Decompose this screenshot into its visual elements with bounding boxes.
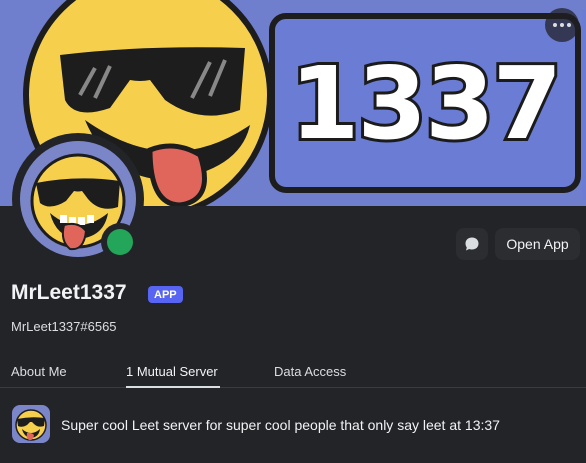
message-button[interactable] — [456, 228, 488, 260]
online-status-indicator — [107, 229, 133, 255]
server-icon — [12, 405, 50, 443]
open-app-button[interactable]: Open App — [495, 228, 580, 260]
active-tab-indicator — [126, 386, 220, 388]
user-tag: MrLeet1337#6565 — [11, 319, 117, 334]
display-name: MrLeet1337 — [11, 281, 127, 304]
tab-data-access[interactable]: Data Access — [274, 364, 346, 379]
sunglasses-emoji-server-icon — [15, 409, 47, 441]
tab-mutual-servers[interactable]: 1 Mutual Server — [126, 364, 218, 379]
list-item[interactable]: Super cool Leet server for super cool pe… — [0, 400, 586, 448]
banner-number-text: 1337 — [287, 42, 565, 165]
tab-about-me[interactable]: About Me — [11, 364, 67, 379]
chat-bubble-icon — [465, 237, 479, 251]
profile-tabs: About Me 1 Mutual Server Data Access — [0, 355, 586, 388]
app-badge: APP — [148, 286, 183, 303]
ellipsis-icon — [553, 23, 557, 27]
more-options-button[interactable] — [545, 8, 579, 42]
server-name: Super cool Leet server for super cool pe… — [61, 417, 500, 433]
